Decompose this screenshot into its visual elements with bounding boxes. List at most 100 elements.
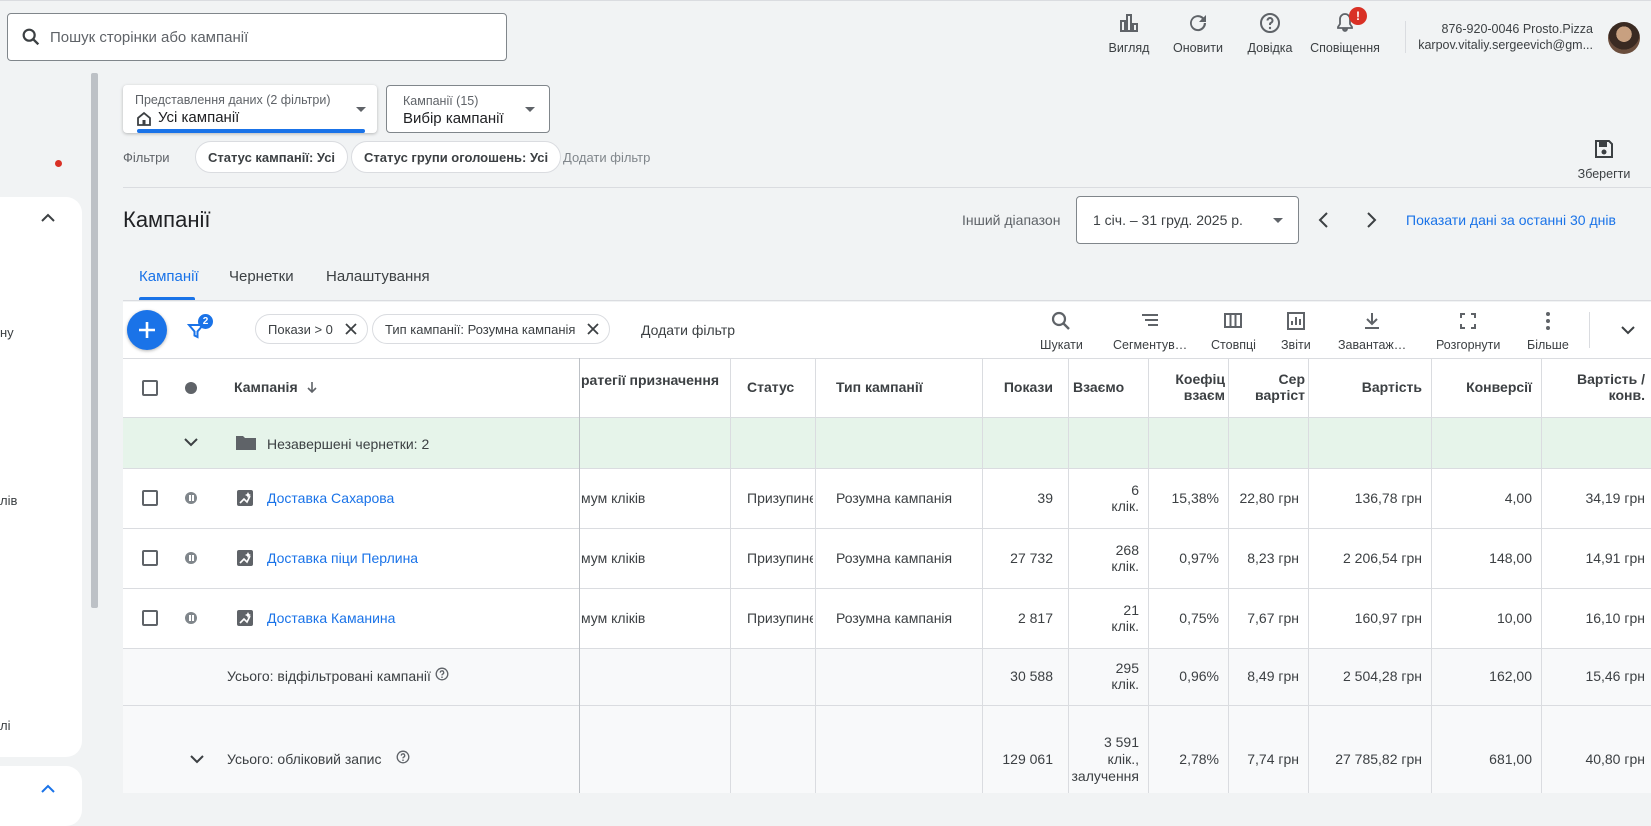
row-checkbox[interactable]: [142, 490, 158, 506]
col-header-campaign[interactable]: Кампанія: [234, 358, 318, 416]
col-header-impressions[interactable]: Покази: [983, 358, 1053, 416]
segment-action[interactable]: Сегментув…: [1113, 310, 1187, 352]
col-header-type[interactable]: Тип кампанії: [836, 358, 923, 416]
table-filter-chip-impressions[interactable]: Покази > 0: [255, 314, 368, 344]
help-icon[interactable]: [435, 667, 449, 681]
search-box[interactable]: Пошук сторінки або кампанії: [7, 13, 507, 61]
col-header-conversions[interactable]: Конверсії: [1432, 358, 1532, 416]
total-cost-per-conv: 15,46 грн: [1585, 668, 1645, 684]
save-button[interactable]: Зберегти: [1574, 138, 1634, 181]
col-header-status[interactable]: Статус: [747, 358, 794, 416]
sidebar-card: [0, 197, 82, 757]
smart-campaign-icon: [237, 550, 253, 566]
top-bar: Пошук сторінки або кампанії Вигляд Онови…: [0, 0, 1651, 70]
row-divider: [123, 528, 1651, 529]
toolbar-divider: [1589, 312, 1590, 348]
row-checkbox[interactable]: [142, 610, 158, 626]
cell-line: 268: [1115, 542, 1139, 558]
paused-status-icon[interactable]: [185, 612, 197, 624]
col-divider: [815, 358, 816, 793]
campaign-name-link[interactable]: Доставка Сахарова: [267, 490, 394, 506]
notifications-button[interactable]: ! Сповіщення: [1305, 7, 1385, 55]
total-interactions: 295 клік.: [1069, 660, 1139, 692]
search-action[interactable]: Шукати: [1040, 310, 1083, 352]
help-icon: [1260, 13, 1280, 33]
chevron-left-icon[interactable]: [1314, 210, 1334, 230]
filter-chip-campaign-status[interactable]: Статус кампанії: Усі: [195, 141, 349, 173]
reports-icon: [1286, 312, 1305, 330]
tab-drafts[interactable]: Чернетки: [229, 268, 294, 285]
download-action[interactable]: Завантаж…: [1338, 310, 1406, 352]
type-cell: Розумна кампанія: [836, 550, 953, 566]
avatar[interactable]: [1608, 22, 1640, 54]
table-filter-chip-type[interactable]: Тип кампанії: Розумна кампанія: [372, 314, 611, 344]
action-label: Більше: [1527, 338, 1569, 352]
avg-cost-cell: 8,23 грн: [1247, 550, 1299, 566]
chevron-down-icon[interactable]: [1620, 325, 1636, 335]
col-divider: [1541, 358, 1542, 793]
campaign-selector[interactable]: Кампанії (15) Вибір кампанії: [386, 85, 550, 133]
sidebar-item-fragment[interactable]: лі: [0, 718, 10, 733]
row-checkbox[interactable]: [142, 550, 158, 566]
more-action[interactable]: Більше: [1527, 310, 1569, 352]
campaign-name-link[interactable]: Доставка піци Перлина: [267, 550, 418, 566]
cell-line: 21: [1123, 602, 1139, 618]
refresh-button[interactable]: Оновити: [1158, 11, 1238, 55]
account-impressions: 129 061: [1002, 751, 1053, 767]
header-label: Коефіц: [1175, 371, 1225, 387]
close-icon[interactable]: [345, 323, 357, 335]
sidebar-scrollbar[interactable]: [91, 73, 98, 608]
columns-action[interactable]: Стовпці: [1211, 310, 1256, 352]
action-label: Завантаж…: [1338, 338, 1407, 352]
row-divider: [123, 468, 1651, 469]
filter-chip-adgroup-status[interactable]: Статус групи оголошень: Усі: [351, 141, 562, 173]
cell-line: 3 591: [1103, 734, 1139, 750]
help-icon[interactable]: [396, 750, 410, 764]
reports-action[interactable]: Звіти: [1281, 310, 1311, 352]
campaign-name-link[interactable]: Доставка Каманина: [267, 610, 395, 626]
table-add-filter[interactable]: Додати фільтр: [641, 322, 735, 338]
status-cell: Призупине: [747, 610, 813, 626]
account-email: karpov.vitaliy.sergeevich@gm...: [1418, 38, 1593, 52]
tab-settings[interactable]: Налаштування: [326, 268, 430, 285]
chevron-down-icon[interactable]: [183, 437, 199, 447]
help-button[interactable]: Довідка: [1230, 11, 1310, 55]
col-header-avg-cost[interactable]: Сер вартіст: [1229, 358, 1305, 416]
date-range-picker[interactable]: 1 січ. – 31 груд. 2025 р.: [1076, 196, 1299, 244]
view-button[interactable]: Вигляд: [1089, 11, 1169, 55]
col-header-cost[interactable]: Вартість: [1309, 358, 1422, 416]
paused-status-icon[interactable]: [185, 552, 197, 564]
sidebar-item-fragment[interactable]: ну: [0, 325, 14, 340]
account-info[interactable]: 876-920-0046 Prosto.Pizza karpov.vitaliy…: [1405, 21, 1593, 53]
tab-campaigns[interactable]: Кампанії: [139, 268, 199, 285]
show-30-days-link[interactable]: Показати дані за останні 30 днів: [1406, 212, 1616, 228]
chevron-right-icon[interactable]: [1361, 210, 1381, 230]
search-icon: [22, 28, 40, 46]
close-icon[interactable]: [587, 323, 600, 335]
add-filter-link[interactable]: Додати фільтр: [563, 150, 650, 165]
type-cell: Розумна кампанія: [836, 490, 953, 506]
col-header-cost-per-conv[interactable]: Вартість / конв.: [1542, 358, 1645, 416]
total-rate: 0,96%: [1179, 668, 1219, 684]
rate-cell: 0,75%: [1179, 610, 1219, 626]
chevron-up-icon[interactable]: [40, 212, 56, 222]
expand-action[interactable]: Розгорнути: [1436, 310, 1500, 352]
rate-cell: 0,97%: [1179, 550, 1219, 566]
col-header-interaction-rate[interactable]: Коефіц взаєм: [1149, 358, 1225, 416]
chevron-down-icon[interactable]: [189, 754, 205, 764]
folder-icon: [236, 436, 256, 450]
chevron-up-icon-2[interactable]: [40, 783, 56, 793]
search-input[interactable]: Пошук сторінки або кампанії: [50, 29, 248, 46]
paused-status-icon[interactable]: [185, 492, 197, 504]
filter-button[interactable]: 2: [186, 314, 213, 344]
drafts-row-label[interactable]: Незавершені чернетки: 2: [267, 436, 429, 452]
plus-icon: [139, 322, 155, 338]
select-all-checkbox[interactable]: [142, 380, 158, 396]
sidebar-item-fragment[interactable]: лів: [0, 493, 17, 508]
col-header-interactions[interactable]: Взаємо: [1073, 358, 1148, 416]
header-label: взаєм: [1183, 387, 1225, 403]
col-header-strategy[interactable]: ратегії призначення: [581, 358, 719, 416]
expand-icon: [1460, 313, 1477, 329]
add-campaign-button[interactable]: [127, 310, 167, 350]
view-selector[interactable]: Представлення даних (2 фільтри) Усі камп…: [123, 85, 377, 133]
